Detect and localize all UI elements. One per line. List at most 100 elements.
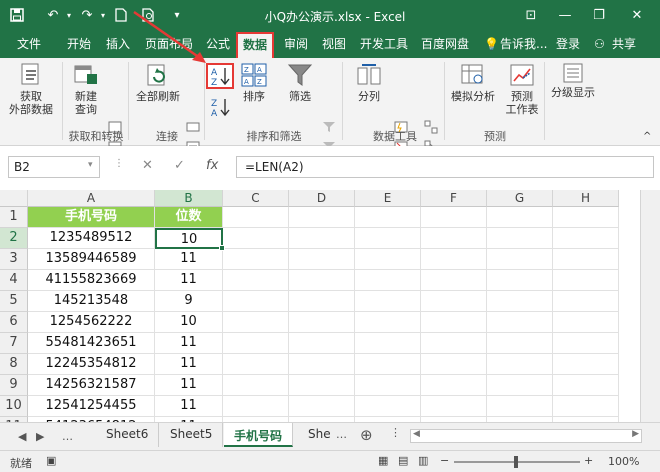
table-cell[interactable] [421,291,487,312]
table-cell[interactable]: 1235489512 [28,228,155,249]
tell-me-input[interactable]: 告诉我... [500,36,547,56]
table-cell[interactable] [223,333,289,354]
row-header[interactable]: 10 [0,396,28,417]
table-cell[interactable] [223,228,289,249]
table-cell[interactable] [355,312,421,333]
table-cell[interactable] [289,333,355,354]
collapse-ribbon-icon[interactable]: ^ [643,130,651,143]
new-doc-icon[interactable] [112,6,130,24]
table-cell[interactable]: 145213548 [28,291,155,312]
page-layout-view-icon[interactable]: ▤ [398,454,408,467]
sheet-more-icon[interactable]: … [336,428,347,441]
name-box[interactable]: B2 [8,156,100,178]
minimize-button[interactable]: — [554,4,576,26]
table-cell[interactable]: 41155823669 [28,270,155,291]
scroll-left-icon[interactable]: ◀ [413,429,420,439]
table-cell[interactable]: 9 [155,291,223,312]
table-cell[interactable]: 55481423651 [28,333,155,354]
column-header[interactable]: G [487,190,553,207]
table-cell[interactable] [487,354,553,375]
more-sheets-icon[interactable]: … [62,430,73,443]
tab-review[interactable]: 审阅 [284,36,308,56]
table-cell[interactable] [421,333,487,354]
column-header[interactable]: H [553,190,619,207]
macro-record-icon[interactable]: ▣ [46,454,56,467]
sheet-tab-sheet6[interactable]: Sheet6 [96,423,160,447]
enter-icon[interactable]: ✓ [174,158,185,173]
column-header[interactable]: C [223,190,289,207]
insert-function-icon[interactable]: fx [206,158,218,173]
table-cell[interactable]: 10 [155,312,223,333]
page-break-view-icon[interactable]: ▥ [418,454,428,467]
table-cell[interactable] [289,291,355,312]
table-cell[interactable] [289,207,355,228]
row-header[interactable]: 2 [0,228,28,249]
table-cell[interactable] [289,396,355,417]
table-cell[interactable] [487,228,553,249]
table-cell[interactable] [289,270,355,291]
sort-button[interactable]: ZAAZ 排序 [238,62,270,103]
active-cell[interactable]: 10 [155,228,223,249]
table-cell[interactable] [553,249,619,270]
save-icon[interactable] [8,6,26,24]
table-cell[interactable] [223,249,289,270]
tab-view[interactable]: 视图 [322,36,346,56]
table-cell[interactable] [553,396,619,417]
table-cell[interactable] [553,312,619,333]
sheet-tab-phone-numbers[interactable]: 手机号码 [224,423,294,447]
prev-sheet-icon[interactable]: ◀ [18,430,26,443]
spreadsheet-grid[interactable]: A B C D E F G H 1 手机号码 位数 2 1235489512 10 3 13589446589… [0,190,640,422]
sheet-tab-she[interactable]: She [298,423,341,447]
table-cell[interactable]: 14256321587 [28,375,155,396]
table-cell[interactable] [355,228,421,249]
table-cell[interactable] [355,396,421,417]
table-cell[interactable] [355,354,421,375]
column-header[interactable]: A [28,190,155,207]
table-cell[interactable] [289,228,355,249]
row-header[interactable]: 3 [0,249,28,270]
table-cell[interactable]: 11 [155,354,223,375]
table-cell[interactable] [421,207,487,228]
table-cell[interactable] [355,291,421,312]
zoom-out-icon[interactable]: − [440,454,449,467]
table-cell[interactable] [487,249,553,270]
table-cell[interactable] [487,396,553,417]
table-cell[interactable] [553,270,619,291]
filter-button[interactable]: 筛选 [282,62,318,103]
table-cell[interactable] [223,207,289,228]
table-cell[interactable] [355,249,421,270]
row-header[interactable]: 7 [0,333,28,354]
zoom-level[interactable]: 100% [608,455,639,468]
table-cell[interactable] [553,375,619,396]
scroll-right-icon[interactable]: ▶ [632,429,639,439]
table-cell[interactable] [553,228,619,249]
table-cell[interactable]: 11 [155,375,223,396]
sheet-tab-sheet5[interactable]: Sheet5 [160,423,224,447]
zoom-slider-thumb[interactable] [514,456,518,468]
table-cell[interactable] [421,270,487,291]
table-cell[interactable]: 手机号码 [28,207,155,228]
zoom-in-icon[interactable]: + [584,454,593,467]
table-cell[interactable] [223,270,289,291]
name-box-dropdown-icon[interactable]: ▾ [88,160,93,170]
row-header[interactable]: 8 [0,354,28,375]
table-cell[interactable] [553,291,619,312]
table-cell[interactable] [289,375,355,396]
tab-home[interactable]: 开始 [67,36,91,56]
column-header[interactable]: F [421,190,487,207]
table-cell[interactable] [289,249,355,270]
undo-dropdown-icon[interactable]: ▾ [60,6,78,24]
table-cell[interactable] [355,333,421,354]
table-cell[interactable] [487,375,553,396]
what-if-analysis-button[interactable]: 模拟分析 [448,62,498,103]
row-header[interactable]: 6 [0,312,28,333]
table-cell[interactable] [487,333,553,354]
zoom-slider[interactable] [454,456,580,468]
share-button[interactable]: 共享 [612,36,636,56]
table-cell[interactable] [289,312,355,333]
table-cell[interactable]: 12245354812 [28,354,155,375]
table-cell[interactable] [355,207,421,228]
row-header[interactable]: 4 [0,270,28,291]
table-cell[interactable]: 位数 [155,207,223,228]
table-cell[interactable]: 13589446589 [28,249,155,270]
